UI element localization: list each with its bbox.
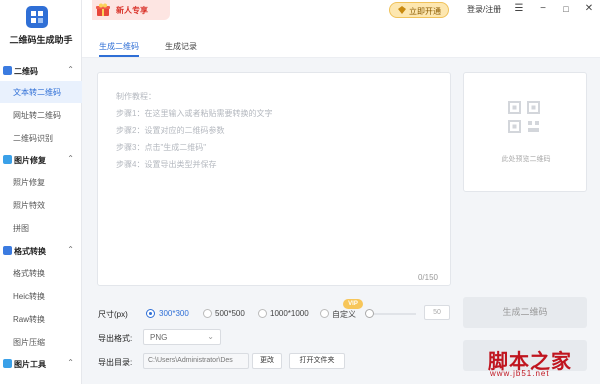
login-register-link[interactable]: 登录/注册	[467, 4, 501, 15]
text-input-area[interactable]: 制作教程： 步骤1：在这里输入或者粘贴需要转换的文字 步骤2：设置对应的二维码参…	[97, 72, 451, 286]
vip-badge: VIP	[343, 299, 363, 309]
sidebar-section-label: 图片修复	[14, 156, 46, 165]
export-path-field[interactable]: C:\Users\Administrator\Des	[143, 353, 249, 369]
size-option-label[interactable]: 300*300	[159, 309, 189, 318]
sidebar-item-collage[interactable]: 拼图	[0, 217, 82, 239]
sidebar-item-text-to-qrcode[interactable]: 文本转二维码	[0, 81, 82, 103]
promo-label: 新人专享	[116, 6, 148, 15]
sidebar-item-raw-convert[interactable]: Raw转换	[0, 308, 82, 330]
custom-size-input[interactable]: 50	[424, 305, 450, 320]
image-tools-section-icon	[3, 359, 12, 368]
gift-icon	[96, 3, 110, 17]
sidebar-item-label: 拼图	[13, 224, 29, 233]
app-window: 二维码生成助手 二维码 ⌃ 文本转二维码 网址转二维码 二维码识别 图片修复 ⌃…	[0, 0, 600, 384]
site-watermark-url: www.jb51.net	[490, 369, 550, 378]
sidebar-section-label: 格式转换	[14, 247, 46, 256]
size-option-label[interactable]: 自定义	[332, 309, 356, 320]
chevron-up-icon: ⌃	[67, 245, 74, 254]
sidebar-item-photo-effects[interactable]: 照片特效	[0, 194, 82, 216]
tutorial-hint: 步骤2：设置对应的二维码参数	[116, 126, 225, 135]
diamond-icon	[398, 6, 406, 14]
open-vip-button[interactable]: 立即开通	[389, 2, 449, 18]
chevron-up-icon: ⌃	[67, 154, 74, 163]
open-folder-button[interactable]: 打开文件夹	[289, 353, 345, 369]
tutorial-hint: 步骤4：设置导出类型并保存	[116, 160, 217, 169]
tutorial-hint: 步骤3：点击"生成二维码"	[116, 143, 207, 152]
format-convert-section-icon	[3, 246, 12, 255]
sidebar-item-label: Heic转换	[13, 292, 46, 301]
app-title: 二维码生成助手	[9, 35, 73, 45]
format-select[interactable]: PNG ⌄	[143, 329, 221, 345]
tab-generate-qrcode[interactable]: 生成二维码	[99, 41, 139, 52]
app-logo: 二维码生成助手	[0, 0, 82, 60]
sidebar-section-qrcode[interactable]: 二维码 ⌃	[0, 62, 82, 80]
sidebar-item-label: 网址转二维码	[13, 111, 61, 120]
sidebar-item-photo-repair[interactable]: 照片修复	[0, 171, 82, 193]
qr-code-icon	[508, 101, 540, 133]
sidebar-item-label: 格式转换	[13, 269, 45, 278]
sidebar-section-photo-repair[interactable]: 图片修复 ⌃	[0, 151, 82, 169]
close-icon[interactable]: ✕	[581, 2, 597, 16]
size-radio-300[interactable]	[146, 309, 155, 318]
char-counter: 0/150	[417, 273, 438, 282]
format-label: 导出格式:	[98, 334, 133, 343]
tab-bar: 生成二维码 生成记录	[82, 20, 600, 58]
preview-placeholder-label: 此处预览二维码	[501, 156, 551, 163]
photo-repair-section-icon	[3, 155, 12, 164]
size-radio-custom[interactable]	[320, 309, 329, 318]
change-dir-button[interactable]: 更改	[252, 353, 282, 369]
sidebar: 二维码生成助手 二维码 ⌃ 文本转二维码 网址转二维码 二维码识别 图片修复 ⌃…	[0, 0, 82, 384]
size-radio-1000[interactable]	[258, 309, 267, 318]
size-label: 尺寸(px)	[98, 310, 128, 319]
size-option-label[interactable]: 1000*1000	[270, 309, 309, 318]
sidebar-item-label: 文本转二维码	[13, 88, 61, 97]
vip-button-label: 立即开通	[409, 7, 441, 16]
app-logo-icon	[26, 6, 48, 28]
sidebar-item-heic-convert[interactable]: Heic转换	[0, 285, 82, 307]
custom-size-slider-track[interactable]	[371, 313, 416, 315]
active-tab-indicator	[99, 55, 139, 57]
qrcode-section-icon	[3, 66, 12, 75]
sidebar-item-label: Raw转换	[13, 315, 46, 324]
sidebar-section-image-tools[interactable]: 图片工具 ⌃	[0, 355, 82, 373]
export-dir-label: 导出目录:	[98, 358, 133, 367]
chevron-up-icon: ⌃	[67, 65, 74, 74]
chevron-down-icon: ⌄	[207, 332, 214, 341]
maximize-icon[interactable]: □	[558, 2, 574, 16]
new-user-promo[interactable]: 新人专享	[92, 0, 170, 20]
sidebar-item-label: 照片修复	[13, 178, 45, 187]
sidebar-item-url-to-qrcode[interactable]: 网址转二维码	[0, 104, 82, 126]
sidebar-item-label: 照片特效	[13, 201, 45, 210]
chevron-up-icon: ⌃	[67, 358, 74, 367]
tab-generate-history[interactable]: 生成记录	[165, 41, 197, 52]
sidebar-item-qrcode-recognize[interactable]: 二维码识别	[0, 127, 82, 149]
qrcode-preview-panel: 此处预览二维码	[463, 72, 587, 192]
sidebar-item-image-compress[interactable]: 图片压缩	[0, 331, 82, 353]
sidebar-item-label: 图片压缩	[13, 338, 45, 347]
tutorial-hint: 制作教程：	[116, 92, 156, 101]
size-option-label[interactable]: 500*500	[215, 309, 245, 318]
sidebar-section-label: 二维码	[14, 67, 38, 76]
tutorial-hint: 步骤1：在这里输入或者粘贴需要转换的文字	[116, 109, 273, 118]
size-radio-500[interactable]	[203, 309, 212, 318]
title-bar: 新人专享 立即开通 登录/注册 ☰ − □ ✕	[82, 0, 600, 20]
sidebar-section-format-convert[interactable]: 格式转换 ⌃	[0, 242, 82, 260]
format-select-value: PNG	[150, 333, 168, 342]
generate-qrcode-button[interactable]: 生成二维码	[463, 297, 587, 328]
sidebar-item-label: 二维码识别	[13, 134, 53, 143]
sidebar-section-label: 图片工具	[14, 360, 46, 369]
export-path-value: C:\Users\Administrator\Des	[148, 357, 233, 364]
custom-size-slider-knob[interactable]	[365, 309, 374, 318]
hamburger-menu-icon[interactable]: ☰	[511, 2, 527, 16]
minimize-icon[interactable]: −	[535, 2, 551, 16]
sidebar-item-format-convert[interactable]: 格式转换	[0, 262, 82, 284]
